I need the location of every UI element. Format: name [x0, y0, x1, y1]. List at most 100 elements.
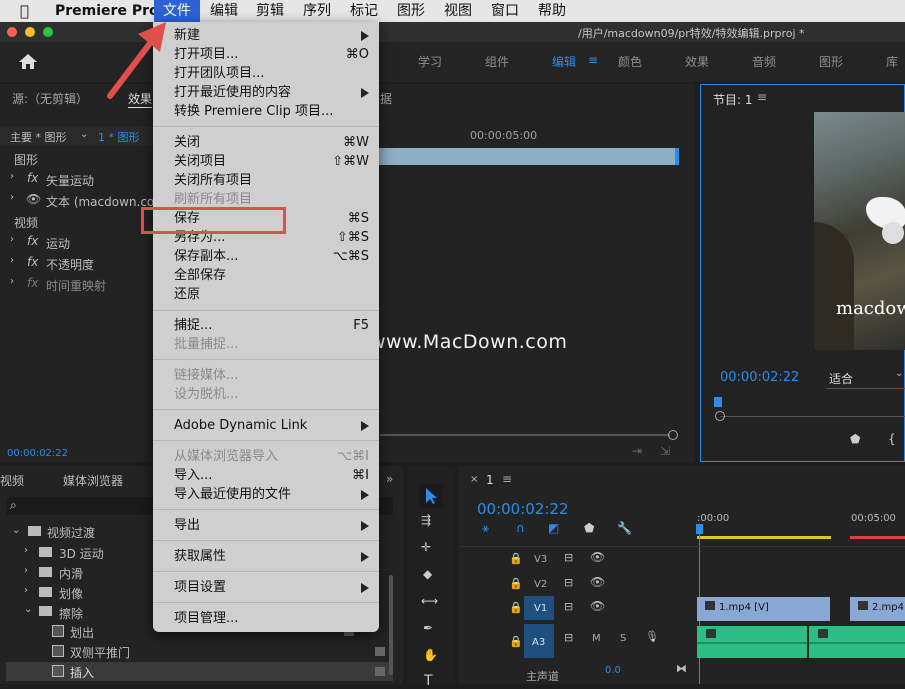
- track-select-icon[interactable]: ⇶: [421, 513, 431, 527]
- track-a3-label[interactable]: A3: [532, 637, 545, 648]
- razor-tool-icon[interactable]: ◆: [423, 567, 432, 581]
- track-v3-label[interactable]: V3: [534, 554, 547, 565]
- eye-icon[interactable]: 👁: [590, 599, 605, 613]
- panel-overflow-icon[interactable]: »: [386, 472, 393, 486]
- monitor-scrubber[interactable]: [720, 416, 905, 417]
- menu-item-project-settings[interactable]: 项目设置: [174, 578, 369, 597]
- menu-item-revert[interactable]: 还原: [174, 285, 369, 304]
- export-frame-icon[interactable]: ⇲: [660, 444, 670, 458]
- workspace-libraries[interactable]: 库: [886, 53, 898, 70]
- menu-item-capture[interactable]: 捕捉... F5: [174, 316, 369, 335]
- ripple-edit-icon[interactable]: ✛: [421, 540, 431, 554]
- menu-item-open-recent[interactable]: 打开最近使用的内容: [174, 83, 369, 102]
- add-marker-icon[interactable]: ⬟: [850, 432, 860, 446]
- panel-menu-icon[interactable]: ≡: [757, 90, 767, 104]
- menu-clip[interactable]: 剪辑: [256, 2, 284, 21]
- sync-lock-icon[interactable]: ⊟: [564, 576, 573, 589]
- expand-icon[interactable]: ›: [10, 234, 14, 245]
- program-timecode[interactable]: 00:00:02:22: [720, 370, 799, 385]
- menu-item-open-project[interactable]: 打开项目... ⌘O: [174, 45, 369, 64]
- pen-tool-icon[interactable]: ✒: [423, 621, 433, 635]
- effect-scrollbar[interactable]: [380, 434, 670, 436]
- solo-button[interactable]: S: [620, 633, 626, 644]
- sequence-clip-label[interactable]: 1 * 图形: [98, 129, 140, 145]
- menu-view[interactable]: 视图: [444, 2, 472, 21]
- selection-tool-icon[interactable]: [424, 487, 438, 505]
- eye-icon[interactable]: 👁: [590, 575, 605, 589]
- menu-item-close-all[interactable]: 关闭所有项目: [174, 171, 369, 190]
- chevron-down-icon[interactable]: ⌄: [80, 129, 88, 140]
- metadata-tab[interactable]: 据: [380, 90, 392, 107]
- expand-icon[interactable]: ›: [10, 192, 14, 203]
- timeline-playhead-head[interactable]: [696, 524, 703, 534]
- menu-item-import[interactable]: 导入... ⌘I: [174, 466, 369, 485]
- menu-item-export[interactable]: 导出: [174, 516, 369, 535]
- sync-lock-icon[interactable]: ⊟: [564, 631, 573, 644]
- lock-icon[interactable]: 🔒: [509, 552, 523, 565]
- effect-time-remap[interactable]: 时间重映射: [46, 277, 106, 294]
- tree-item-push-out[interactable]: 划出: [70, 624, 94, 641]
- tree-item-video-transitions[interactable]: 视频过渡: [47, 524, 95, 541]
- lock-icon[interactable]: 🔒: [509, 601, 523, 614]
- master-clip-label[interactable]: 主要 * 图形: [10, 129, 67, 145]
- effect-timecode[interactable]: 00:00:02:22: [7, 448, 68, 459]
- panel-menu-icon[interactable]: ≡: [502, 472, 512, 486]
- chevron-down-icon[interactable]: ⌄: [895, 368, 903, 379]
- menu-help[interactable]: 帮助: [538, 2, 566, 21]
- expand-icon[interactable]: ›: [10, 171, 14, 182]
- tab-video-partial[interactable]: 视频: [0, 472, 24, 489]
- snap-icon[interactable]: ∩: [516, 521, 525, 535]
- menu-item-import-recent[interactable]: 导入最近使用的文件: [174, 485, 369, 504]
- menu-item-open-team-project[interactable]: 打开团队项目...: [174, 64, 369, 83]
- chevron-down-icon[interactable]: ⌄: [12, 525, 20, 536]
- expand-icon[interactable]: ›: [24, 565, 28, 576]
- tree-item-slide[interactable]: 内滑: [59, 565, 83, 582]
- mute-button[interactable]: M: [592, 633, 601, 644]
- sync-lock-icon[interactable]: ⊟: [564, 600, 573, 613]
- eye-icon[interactable]: 👁: [26, 192, 41, 206]
- tree-item-3d-motion[interactable]: 3D 运动: [59, 545, 104, 562]
- zoom-handle[interactable]: [668, 430, 678, 440]
- workspace-assembly[interactable]: 组件: [485, 53, 509, 70]
- go-to-end-icon[interactable]: ⧓: [676, 662, 687, 675]
- menu-item-project-manager[interactable]: 项目管理...: [174, 609, 369, 628]
- track-v2-label[interactable]: V2: [534, 579, 547, 590]
- source-tab[interactable]: 源:（无剪辑）: [12, 90, 88, 107]
- menu-sequence[interactable]: 序列: [303, 2, 331, 21]
- menu-item-convert-clip[interactable]: 转换 Premiere Clip 项目...: [174, 102, 369, 121]
- tree-item-iris[interactable]: 划像: [59, 585, 83, 602]
- menu-item-close-project[interactable]: 关闭项目 ⇧⌘W: [174, 152, 369, 171]
- slip-tool-icon[interactable]: ⟷: [421, 594, 438, 608]
- add-marker-icon[interactable]: ⬟: [584, 521, 594, 535]
- chevron-down-icon[interactable]: ⌄: [24, 604, 32, 615]
- filter-icon[interactable]: ⇥: [632, 444, 642, 458]
- type-tool-icon[interactable]: T: [424, 673, 433, 689]
- expand-icon[interactable]: ›: [24, 585, 28, 596]
- workspace-color[interactable]: 颜色: [618, 53, 642, 70]
- workspace-effects[interactable]: 效果: [685, 53, 709, 70]
- minimize-window-button[interactable]: [25, 27, 35, 37]
- home-icon[interactable]: [18, 53, 38, 70]
- clip-1-audio[interactable]: [697, 626, 807, 658]
- workspace-menu-icon[interactable]: ≡: [588, 53, 598, 67]
- clip-1-video[interactable]: 1.mp4 [V]: [697, 597, 830, 621]
- workspace-audio[interactable]: 音频: [752, 53, 776, 70]
- project-scrollbar[interactable]: [389, 575, 393, 675]
- menu-window[interactable]: 窗口: [491, 2, 519, 21]
- fit-dropdown[interactable]: 适合: [829, 370, 853, 387]
- nest-icon[interactable]: ⚹: [482, 521, 489, 536]
- lock-icon[interactable]: 🔒: [509, 635, 523, 648]
- track-v1-label[interactable]: V1: [534, 603, 547, 614]
- menu-markers[interactable]: 标记: [350, 2, 378, 21]
- menu-edit[interactable]: 编辑: [210, 2, 238, 21]
- menu-item-new[interactable]: 新建: [174, 26, 369, 45]
- master-volume-value[interactable]: 0.0: [605, 665, 621, 676]
- clip-2-audio[interactable]: [809, 626, 905, 658]
- effect-motion[interactable]: 运动: [46, 235, 70, 252]
- menu-item-save-all[interactable]: 全部保存: [174, 266, 369, 285]
- clip-2-video[interactable]: 2.mp4: [850, 597, 905, 621]
- timeline-tab[interactable]: 1: [486, 473, 494, 487]
- scrubber-handle[interactable]: [715, 411, 725, 421]
- expand-icon[interactable]: ›: [10, 276, 14, 287]
- effect-opacity[interactable]: 不透明度: [46, 256, 94, 273]
